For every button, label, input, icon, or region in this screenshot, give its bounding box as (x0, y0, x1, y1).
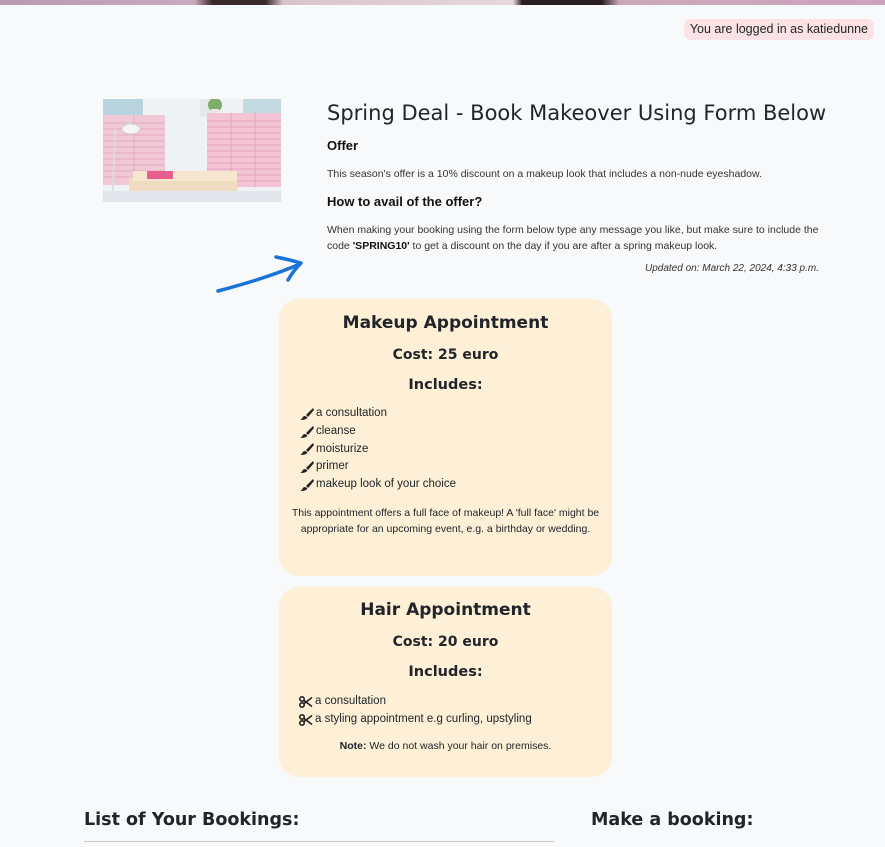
how-to-avail-text-part: to get a discount on the day if you are … (409, 240, 718, 252)
hair-note: Note: We do not wash your hair on premis… (291, 738, 600, 754)
list-item: a styling appointment e.g curling, upsty… (299, 711, 532, 729)
list-item-label: cleanse (316, 424, 356, 437)
offer-code: 'SPRING10' (352, 240, 410, 252)
note-label: Note: (339, 740, 367, 752)
bookings-divider (84, 841, 554, 842)
card-cost: Cost: 25 euro (392, 347, 499, 363)
offer-title: Spring Deal - Book Makeover Using Form B… (327, 101, 827, 125)
how-to-avail-text: When making your booking using the form … (327, 222, 819, 254)
list-item: cleanse (300, 423, 456, 441)
hero-image-strip (0, 0, 885, 5)
makeup-description: This appointment offers a full face of m… (291, 507, 600, 535)
bookings-list-title: List of Your Bookings: (84, 810, 300, 830)
card-cost: Cost: 20 euro (392, 634, 499, 650)
offer-image (103, 99, 281, 202)
annotation-arrow-icon (216, 255, 303, 293)
list-item: moisturize (300, 441, 456, 459)
login-status-badge: You are logged in as katiedunne (683, 19, 874, 40)
list-item: a consultation (300, 405, 456, 423)
brush-icon (300, 425, 314, 438)
list-item: a consultation (299, 693, 532, 711)
hair-appointment-card: Hair Appointment Cost: 20 euro Includes:… (279, 587, 612, 777)
brush-icon (300, 461, 314, 474)
updated-timestamp: Updated on: March 22, 2024, 4:33 p.m. (645, 263, 819, 274)
list-item-label: a consultation (316, 407, 387, 419)
makeup-appointment-card: Makeup Appointment Cost: 25 euro Include… (279, 299, 612, 576)
make-booking-title: Make a booking: (591, 810, 754, 830)
list-item-label: makeup look of your choice (316, 478, 456, 491)
scissors-icon (299, 713, 313, 726)
list-item: makeup look of your choice (300, 476, 456, 494)
card-includes-label: Includes: (408, 664, 483, 680)
card-title: Hair Appointment (360, 600, 531, 620)
offer-text: This season's offer is a 10% discount on… (327, 168, 762, 180)
list-item: primer (300, 458, 456, 476)
offer-heading: Offer (327, 138, 359, 153)
brush-icon (300, 479, 314, 492)
list-item-label: a styling appointment e.g curling, upsty… (315, 712, 532, 725)
list-item-label: a consultation (315, 695, 386, 707)
note-text: We do not wash your hair on premises. (366, 740, 552, 752)
how-to-avail-heading: How to avail of the offer? (327, 194, 483, 209)
brush-icon (300, 407, 314, 420)
scissors-icon (299, 695, 313, 708)
hair-includes-list: a consultation a styling appointment e.g… (299, 693, 532, 729)
card-includes-label: Includes: (408, 377, 483, 393)
offer-section: Spring Deal - Book Makeover Using Form B… (327, 99, 827, 254)
list-item-label: moisturize (316, 442, 369, 455)
makeup-includes-list: a consultation cleanse moisturize primer… (300, 405, 456, 494)
brush-icon (300, 443, 314, 456)
card-title: Makeup Appointment (342, 313, 549, 333)
list-item-label: primer (316, 460, 349, 473)
